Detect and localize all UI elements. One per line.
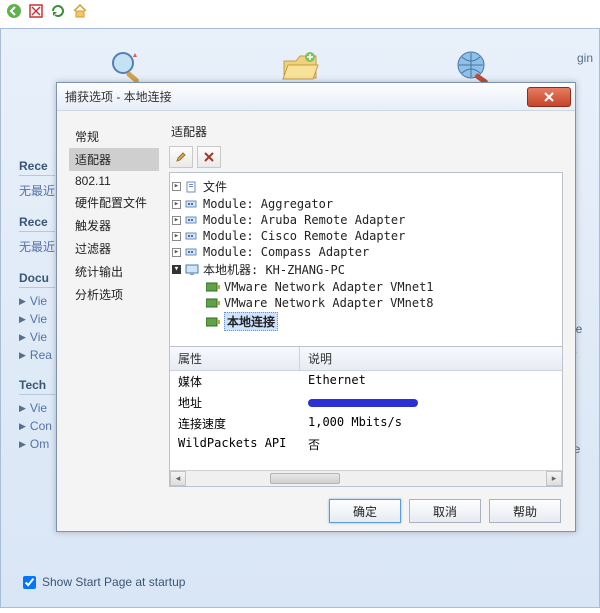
refresh-icon[interactable] — [50, 3, 66, 19]
show-start-page-checkbox[interactable]: Show Start Page at startup — [23, 575, 185, 589]
tree-node-nic-selected[interactable]: 本地连接 — [172, 311, 560, 332]
redacted-address — [308, 399, 418, 407]
start-left-column: Rece无最近 Rece无最近 Docu ▶Vie ▶Vie ▶Vie ▶Rea… — [19, 159, 55, 467]
chevron-right-icon: ▶ — [19, 332, 26, 343]
x-icon — [203, 151, 215, 163]
nav-item-filters[interactable]: 过滤器 — [69, 237, 159, 260]
horizontal-scrollbar[interactable]: ◂ ▸ — [170, 470, 562, 486]
prop-row: 地址 — [170, 392, 562, 413]
module-icon — [185, 214, 199, 226]
dialog-titlebar[interactable]: 捕获选项 - 本地连接 — [57, 83, 575, 111]
prop-header-desc[interactable]: 说明 — [300, 347, 340, 370]
chevron-right-icon: ▶ — [19, 350, 26, 361]
prop-row: 连接速度1,000 Mbits/s — [170, 413, 562, 434]
nav-item-adapter[interactable]: 适配器 — [69, 148, 159, 171]
tree-node-local-machine[interactable]: ▾本地机器: KH-ZHANG-PC — [172, 260, 560, 279]
computer-icon — [185, 264, 199, 276]
dialog-title: 捕获选项 - 本地连接 — [65, 88, 172, 105]
magnifier-icon — [107, 47, 147, 87]
tree-node-nic[interactable]: VMware Network Adapter VMnet1 — [172, 279, 560, 295]
folder-open-icon — [280, 47, 320, 87]
nav-item-analysis-options[interactable]: 分析选项 — [69, 283, 159, 306]
adapter-properties: 属性 说明 媒体Ethernet 地址 连接速度1,000 Mbits/s Wi… — [169, 347, 563, 487]
stop-icon[interactable] — [28, 3, 44, 19]
scroll-left-arrow[interactable]: ◂ — [170, 471, 186, 486]
nav-item-hardware-profile[interactable]: 硬件配置文件 — [69, 191, 159, 214]
module-icon — [185, 230, 199, 242]
nav-item-triggers[interactable]: 触发器 — [69, 214, 159, 237]
prop-row: 媒体Ethernet — [170, 371, 562, 392]
prop-header-attr[interactable]: 属性 — [170, 347, 300, 370]
tree-node-nic[interactable]: VMware Network Adapter VMnet8 — [172, 295, 560, 311]
module-icon — [185, 246, 199, 258]
adapter-tree[interactable]: ▸文件 ▸Module: Aggregator ▸Module: Aruba R… — [169, 172, 563, 347]
help-button[interactable]: 帮助 — [489, 499, 561, 523]
scroll-right-arrow[interactable]: ▸ — [546, 471, 562, 486]
section-title: 适配器 — [171, 123, 563, 140]
browser-mini-toolbar — [0, 0, 600, 22]
edit-button[interactable] — [169, 146, 193, 168]
tree-node-module[interactable]: ▸Module: Cisco Remote Adapter — [172, 228, 560, 244]
tree-node-module[interactable]: ▸Module: Aruba Remote Adapter — [172, 212, 560, 228]
tree-node-file[interactable]: ▸文件 — [172, 177, 560, 196]
close-button[interactable] — [527, 87, 571, 107]
show-start-page-input[interactable] — [23, 576, 36, 589]
chevron-right-icon: ▶ — [19, 421, 26, 432]
nav-item-stats-output[interactable]: 统计输出 — [69, 260, 159, 283]
close-icon — [544, 92, 554, 102]
dialog-nav: 常规 适配器 802.11 硬件配置文件 触发器 过滤器 统计输出 分析选项 — [69, 121, 159, 487]
nav-item-80211[interactable]: 802.11 — [69, 171, 159, 191]
nic-icon — [206, 297, 220, 309]
capture-options-dialog: 捕获选项 - 本地连接 常规 适配器 802.11 硬件配置文件 触发器 过滤器… — [56, 82, 576, 532]
pencil-icon — [175, 151, 187, 163]
delete-button[interactable] — [197, 146, 221, 168]
cut-text: gin — [577, 51, 593, 65]
cancel-button[interactable]: 取消 — [409, 499, 481, 523]
back-icon[interactable] — [6, 3, 22, 19]
prop-row: WildPackets API否 — [170, 434, 562, 455]
module-icon — [185, 198, 199, 210]
globe-wrench-icon — [453, 47, 493, 87]
nav-item-general[interactable]: 常规 — [69, 125, 159, 148]
nic-icon — [206, 281, 220, 293]
home-icon[interactable] — [72, 3, 88, 19]
chevron-right-icon: ▶ — [19, 314, 26, 325]
chevron-right-icon: ▶ — [19, 296, 26, 307]
ok-button[interactable]: 确定 — [329, 499, 401, 523]
file-icon — [185, 181, 199, 193]
chevron-right-icon: ▶ — [19, 403, 26, 414]
tree-node-module[interactable]: ▸Module: Aggregator — [172, 196, 560, 212]
chevron-right-icon: ▶ — [19, 439, 26, 450]
nic-icon — [206, 316, 220, 328]
tree-node-module[interactable]: ▸Module: Compass Adapter — [172, 244, 560, 260]
scroll-thumb[interactable] — [270, 473, 340, 484]
